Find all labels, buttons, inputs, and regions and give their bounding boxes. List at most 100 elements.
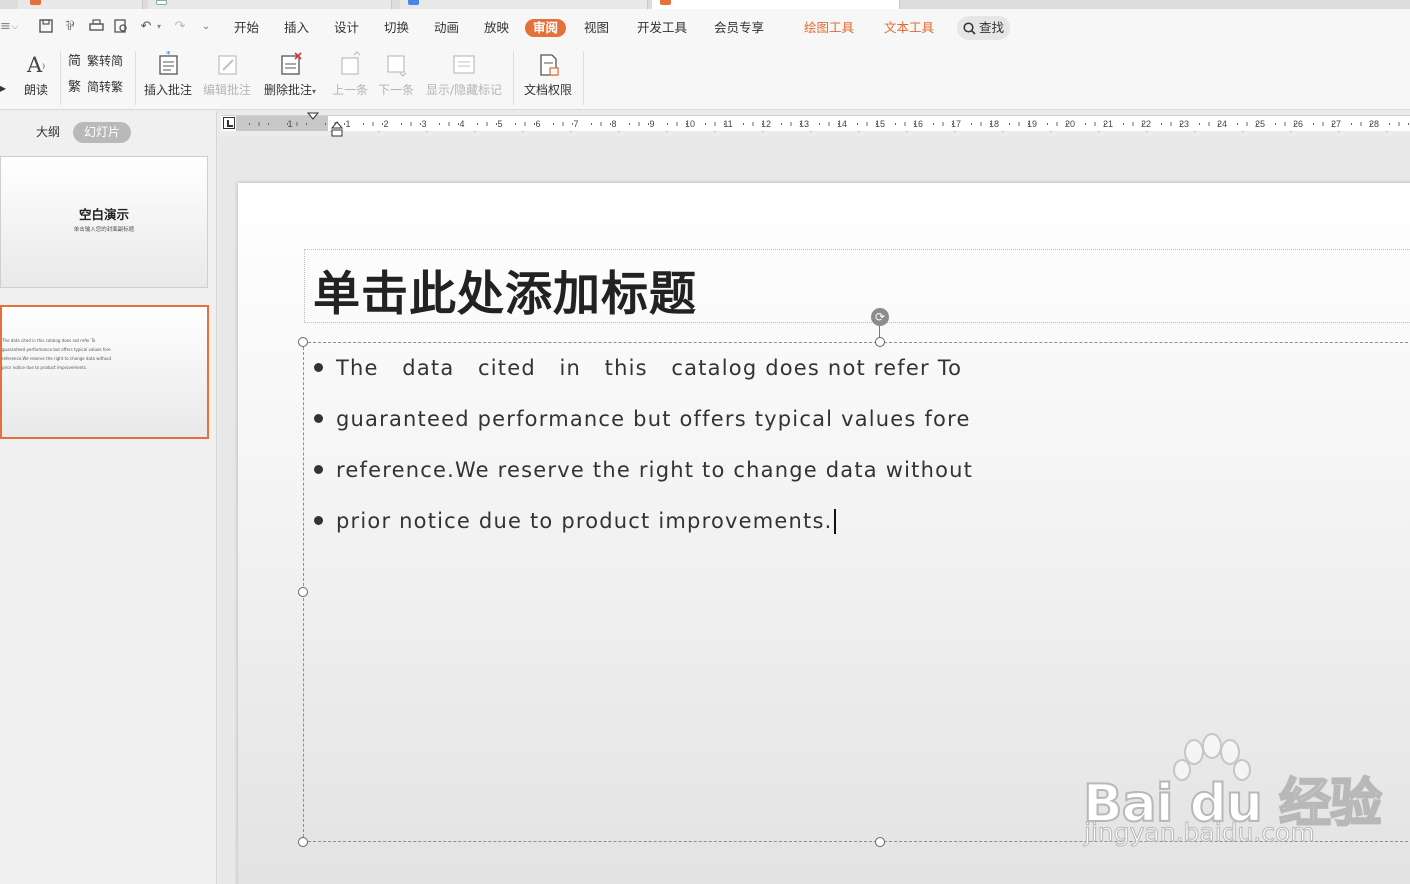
ribbon-group-cutoff[interactable]: ▸ — [0, 81, 6, 95]
tab-outline[interactable]: 大纲 — [36, 122, 60, 143]
ruler-label: 1 — [287, 119, 292, 129]
text-cursor — [833, 509, 836, 534]
watermark-url: jingyan.baidu.com — [1084, 818, 1316, 848]
undo-icon[interactable]: ↶ — [138, 19, 154, 35]
menu-bar: ≡ ⌵ ⅌ ↶ ▾ ↷ ⌄ 开始 插入 设计 切换 动画 放映 审阅 视图 开发… — [0, 9, 1410, 47]
ruler-label: 1 — [345, 119, 350, 129]
menu-insert[interactable]: 插入 — [284, 19, 309, 37]
slide-thumbnail-1[interactable]: 空白演示 单击输入您的封面副标题 — [0, 156, 208, 288]
show-hide-markup-button[interactable]: 显示/隐藏标记 — [424, 47, 504, 107]
ruler-label: 3 — [421, 119, 426, 129]
search-button[interactable]: 查找 — [957, 16, 1010, 40]
save-icon[interactable] — [38, 19, 54, 35]
trad-simp-icon: 简 — [68, 53, 82, 69]
resize-handle-top[interactable] — [875, 337, 885, 347]
menu-animations[interactable]: 动画 — [434, 19, 459, 37]
print-preview-icon[interactable] — [113, 19, 129, 35]
thumb-subtitle: 单击输入您的封面副标题 — [73, 227, 135, 233]
writer-doc-icon — [408, 0, 419, 5]
menu-transitions[interactable]: 切换 — [384, 19, 409, 37]
simp-trad-icon: 繁 — [68, 79, 82, 95]
bullet-icon — [314, 414, 323, 423]
menu-drawing-tools[interactable]: 绘图工具 — [804, 19, 854, 37]
wps-logo-icon — [30, 0, 41, 5]
ribbon-separator — [583, 51, 584, 105]
ruler-label: 2 — [383, 119, 388, 129]
bullet-icon — [314, 465, 323, 474]
undo-dropdown-icon[interactable]: ▾ — [154, 19, 164, 35]
ruler-label: 8 — [611, 119, 616, 129]
simp-to-trad-button[interactable]: 繁简转繁 — [68, 79, 123, 96]
horizontal-ruler[interactable]: 1 1 2 3 4 5 6 7 8 9 10 11 12 13 14 15 16 17 18 19 20 21 22 23 24… — [221, 112, 1410, 137]
format-painter-icon[interactable]: ⅌ — [62, 19, 78, 35]
bullet-item[interactable]: reference.We reserve the right to change… — [314, 457, 973, 483]
resize-handle-bottom[interactable] — [875, 837, 885, 847]
doc-tab[interactable] — [18, 0, 143, 9]
thumb-text-line: prior notice due to product improvements… — [2, 365, 88, 370]
slide-thumbnail-2[interactable]: The data cited in this catalog does not … — [0, 305, 209, 439]
chevron-down-icon[interactable]: ▾ — [312, 87, 316, 96]
next-comment-button[interactable]: 下一条 — [376, 47, 416, 107]
chevron-down-icon[interactable]: ⌵ — [8, 19, 22, 35]
svg-text:*: * — [166, 51, 171, 60]
ribbon-separator — [60, 51, 61, 105]
bullet-icon — [314, 516, 323, 525]
doc-tab-active[interactable] — [652, 0, 900, 9]
ribbon-review: ▸ A⁾ 朗读 简繁转简 繁简转繁 * 插入批注 编辑批注 删除批注▾ 上一条 … — [0, 47, 1410, 110]
edit-comment-icon — [218, 55, 237, 75]
markup-icon — [453, 55, 475, 74]
document-icon — [156, 0, 167, 5]
trad-to-simp-button[interactable]: 简繁转简 — [68, 53, 123, 70]
doc-tab[interactable] — [400, 0, 648, 9]
thumb-text-line: The data cited in this catalog does not … — [2, 338, 96, 343]
menu-text-tools[interactable]: 文本工具 — [884, 19, 934, 37]
bullet-item[interactable]: guaranteed performance but offers typica… — [314, 406, 971, 432]
slide-title[interactable]: 单击此处添加标题 — [313, 255, 697, 324]
first-line-indent-icon[interactable] — [307, 112, 319, 122]
bullet-item[interactable]: prior notice due to product improvements… — [314, 508, 836, 534]
next-comment-icon — [387, 55, 407, 77]
bullet-icon — [314, 363, 323, 372]
menu-design[interactable]: 设计 — [334, 19, 359, 37]
ribbon-separator — [135, 51, 136, 105]
redo-icon[interactable]: ↷ — [172, 19, 188, 35]
ruler-scale: 1 1 2 3 4 5 6 7 8 9 10 11 12 13 14 15 16 17 18 19 20 21 22 23 24… — [249, 119, 1410, 132]
resize-handle-bottom-left[interactable] — [298, 837, 308, 847]
tab-slides[interactable]: 幻灯片 — [73, 122, 132, 143]
prev-comment-icon — [341, 51, 361, 75]
ruler-label: 9 — [649, 119, 654, 129]
thumb-text-line: guaranteed performance but offers typica… — [2, 347, 111, 352]
menu-review[interactable]: 审阅 — [525, 19, 567, 37]
rotate-icon[interactable]: ⟳ — [871, 308, 889, 326]
menu-home[interactable]: 开始 — [234, 19, 259, 37]
resize-handle-top-left[interactable] — [298, 337, 308, 347]
insert-comment-button[interactable]: * 插入批注 — [143, 47, 193, 107]
hanging-indent-icon[interactable] — [331, 121, 343, 137]
search-icon — [963, 22, 976, 35]
menu-overflow-icon[interactable]: ≡ — [0, 19, 11, 35]
resize-handle-left[interactable] — [298, 587, 308, 597]
search-label: 查找 — [979, 20, 1005, 35]
read-aloud-button[interactable]: A⁾ 朗读 — [20, 47, 52, 107]
bullet-item[interactable]: The data cited in this catalog does not … — [314, 355, 962, 381]
thumb-text-line: reference.We reserve the right to change… — [2, 356, 112, 361]
doc-lock-icon — [540, 54, 559, 76]
presentation-icon — [660, 0, 671, 5]
prev-comment-button[interactable]: 上一条 — [330, 47, 370, 107]
edit-comment-button[interactable]: 编辑批注 — [202, 47, 252, 107]
delete-comment-button[interactable]: 删除批注▾ — [261, 47, 319, 107]
menu-member[interactable]: 会员专享 — [714, 19, 764, 37]
ribbon-separator — [513, 51, 514, 105]
thumb-title: 空白演示 — [78, 207, 129, 222]
doc-permission-button[interactable]: 文档权限 — [522, 47, 574, 107]
menu-developer[interactable]: 开发工具 — [637, 19, 687, 37]
ruler-label: 7 — [573, 119, 578, 129]
insert-comment-icon: * — [159, 51, 178, 75]
ruler-label: 4 — [459, 119, 464, 129]
menu-slideshow[interactable]: 放映 — [484, 19, 509, 37]
menu-view[interactable]: 视图 — [584, 19, 609, 37]
print-icon[interactable] — [88, 19, 104, 35]
doc-tab[interactable] — [148, 0, 392, 9]
read-aloud-icon: A⁾ — [26, 53, 46, 77]
quick-access-dropdown-icon[interactable]: ⌄ — [198, 19, 214, 35]
